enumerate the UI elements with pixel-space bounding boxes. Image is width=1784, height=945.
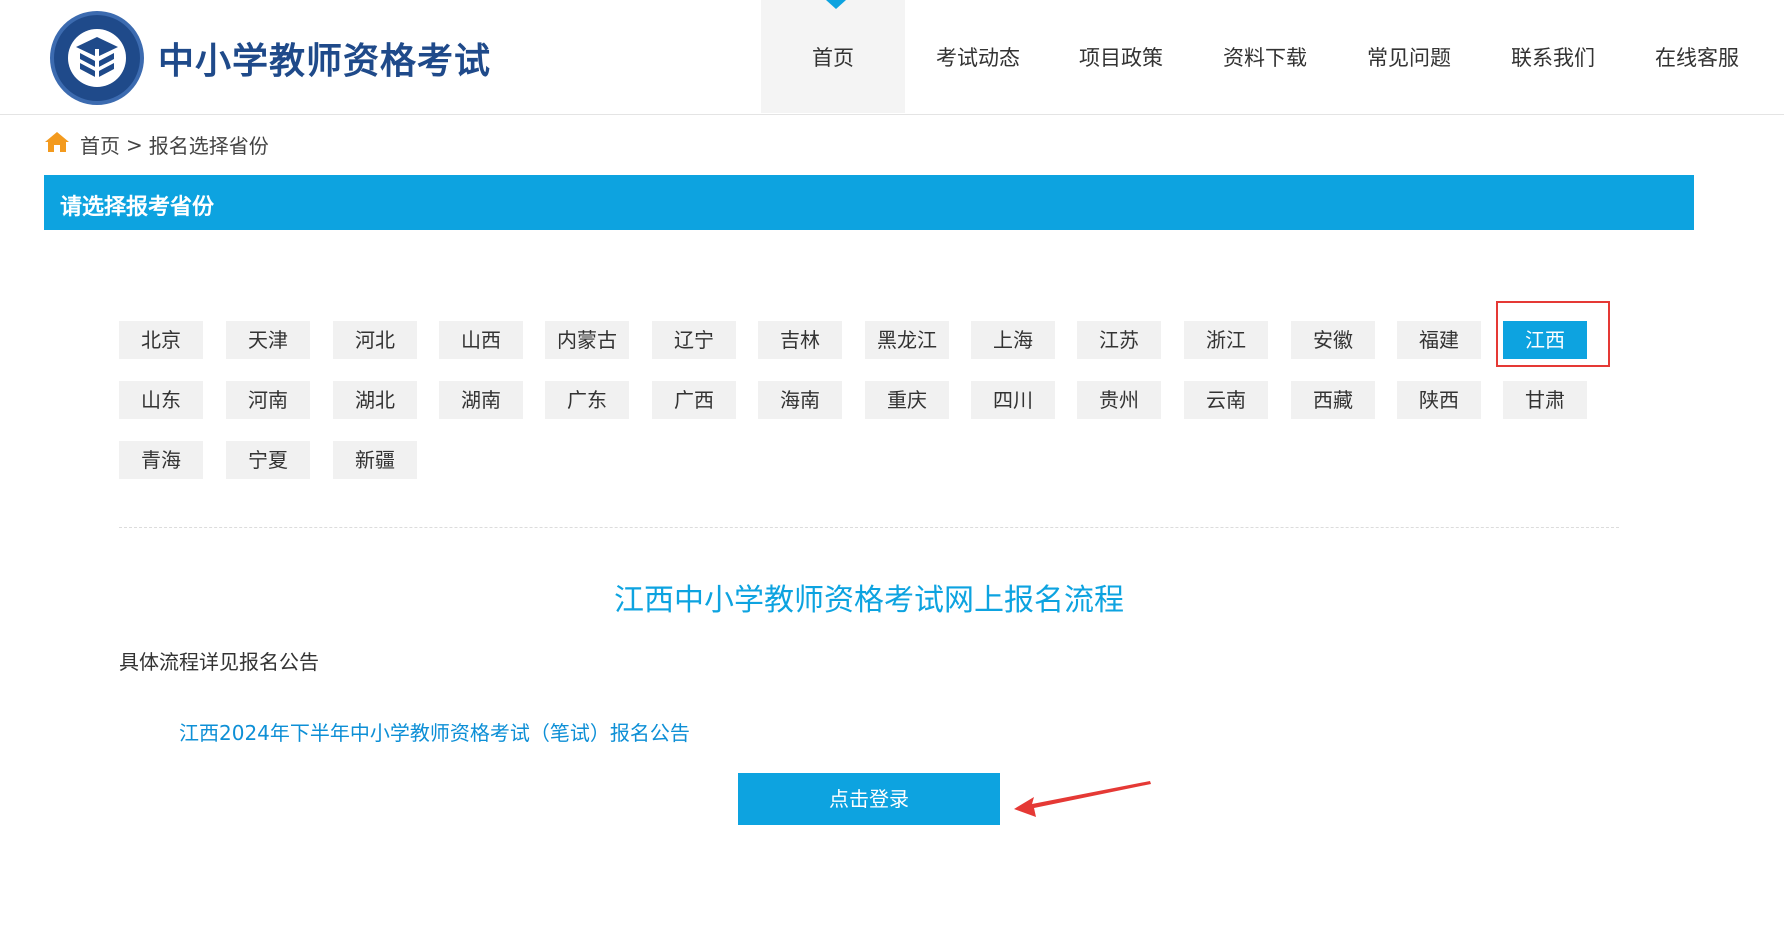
province-sichuan[interactable]: 四川 — [971, 381, 1055, 419]
province-heilongjiang[interactable]: 黑龙江 — [865, 321, 949, 359]
province-hebei[interactable]: 河北 — [333, 321, 417, 359]
nav-online-service[interactable]: 在线客服 — [1655, 42, 1739, 72]
province-jiangxi[interactable]: 江西 — [1503, 321, 1587, 359]
province-xinjiang[interactable]: 新疆 — [333, 441, 417, 479]
flow-title: 江西中小学教师资格考试网上报名流程 — [614, 583, 1124, 618]
province-chongqing[interactable]: 重庆 — [865, 381, 949, 419]
flow-note: 具体流程详见报名公告 — [119, 650, 319, 674]
province-jilin[interactable]: 吉林 — [758, 321, 842, 359]
nav-downloads[interactable]: 资料下载 — [1223, 42, 1307, 72]
nav-faq[interactable]: 常见问题 — [1367, 42, 1451, 72]
annotation-arrow-icon — [1014, 781, 1151, 817]
section-banner: 请选择报考省份 — [44, 175, 1694, 230]
province-zhejiang[interactable]: 浙江 — [1184, 321, 1268, 359]
nav-policy[interactable]: 项目政策 — [1079, 42, 1163, 72]
site-header: 中小学教师资格考试 首页 考试动态 项目政策 资料下载 常见问题 联系我们 在线… — [0, 0, 1784, 115]
nav-exam-news[interactable]: 考试动态 — [936, 42, 1020, 72]
breadcrumb-separator: > — [126, 132, 143, 157]
breadcrumb-current: 报名选择省份 — [148, 134, 269, 158]
province-hunan[interactable]: 湖南 — [439, 381, 523, 419]
province-tianjin[interactable]: 天津 — [226, 321, 310, 359]
nav-active-caret-icon — [826, 0, 846, 9]
nav-contact[interactable]: 联系我们 — [1511, 42, 1595, 72]
province-shanghai[interactable]: 上海 — [971, 321, 1055, 359]
announcement-link[interactable]: 江西2024年下半年中小学教师资格考试（笔试）报名公告 — [179, 717, 690, 746]
province-shanxi[interactable]: 山西 — [439, 321, 523, 359]
province-qinghai[interactable]: 青海 — [119, 441, 203, 479]
login-button[interactable]: 点击登录 — [738, 773, 1000, 825]
province-guangdong[interactable]: 广东 — [545, 381, 629, 419]
banner-title: 请选择报考省份 — [60, 195, 215, 220]
province-yunnan[interactable]: 云南 — [1184, 381, 1268, 419]
province-henan[interactable]: 河南 — [226, 381, 310, 419]
province-liaoning[interactable]: 辽宁 — [652, 321, 736, 359]
province-beijing[interactable]: 北京 — [119, 321, 203, 359]
province-hainan[interactable]: 海南 — [758, 381, 842, 419]
home-icon[interactable] — [44, 131, 70, 158]
logo-icon[interactable] — [50, 11, 144, 105]
breadcrumb: 首页 > 报名选择省份 — [44, 130, 269, 159]
site-title[interactable]: 中小学教师资格考试 — [158, 32, 491, 84]
province-hubei[interactable]: 湖北 — [333, 381, 417, 419]
province-jiangsu[interactable]: 江苏 — [1077, 321, 1161, 359]
province-neimenggu[interactable]: 内蒙古 — [545, 321, 629, 359]
breadcrumb-home[interactable]: 首页 — [80, 130, 120, 159]
province-ningxia[interactable]: 宁夏 — [226, 441, 310, 479]
province-fujian[interactable]: 福建 — [1397, 321, 1481, 359]
province-anhui[interactable]: 安徽 — [1291, 321, 1375, 359]
province-xizang[interactable]: 西藏 — [1291, 381, 1375, 419]
nav-home[interactable]: 首页 — [812, 42, 854, 72]
province-shaanxi[interactable]: 陕西 — [1397, 381, 1481, 419]
section-divider — [119, 527, 1619, 528]
province-shandong[interactable]: 山东 — [119, 381, 203, 419]
province-guizhou[interactable]: 贵州 — [1077, 381, 1161, 419]
province-guangxi[interactable]: 广西 — [652, 381, 736, 419]
province-gansu[interactable]: 甘肃 — [1503, 381, 1587, 419]
